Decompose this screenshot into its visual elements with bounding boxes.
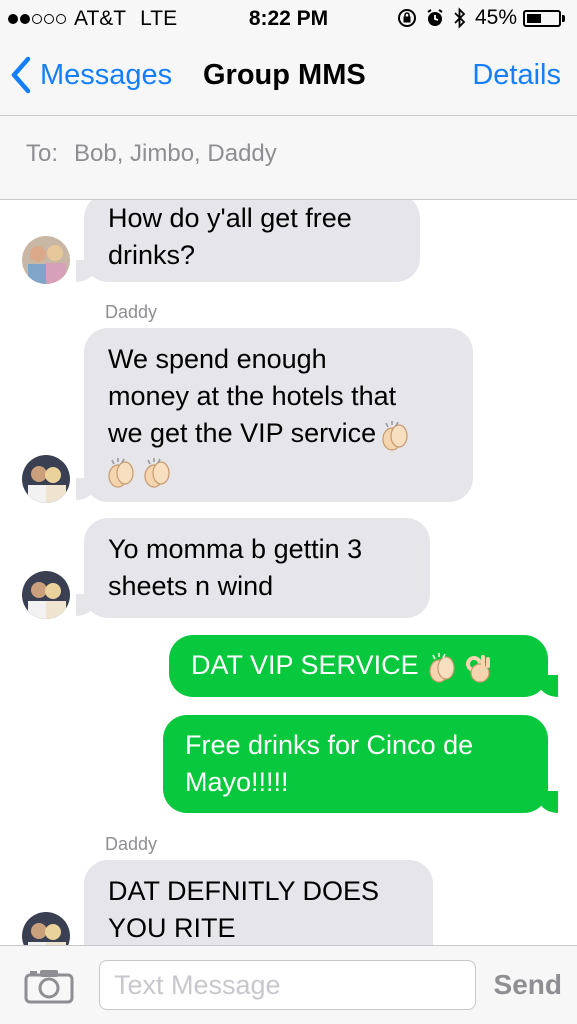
message-line: we get the VIP service [108,418,377,448]
avatar[interactable] [22,912,70,945]
recipients-list[interactable]: Bob, Jimbo, Daddy [74,140,277,168]
message-bubble-incoming[interactable]: How do y'all get free drinks? [84,200,420,282]
message-line: Mayo!!!!! [185,767,289,797]
message-bubble-incoming[interactable]: We spend enough money at the hotels that… [84,328,473,502]
clapping-hands-icon [425,650,459,684]
message-line: drinks? [108,240,196,270]
message-line-with-emoji [108,452,449,489]
battery-nub [562,14,565,22]
details-button[interactable]: Details [472,59,561,92]
message-line: sheets n wind [108,571,274,601]
message-line-with-emoji: DAT VIP SERVICE [191,647,524,684]
avatar[interactable] [22,571,70,619]
message-bubble-outgoing[interactable]: DAT VIP SERVICE [169,635,548,697]
message-line: YOU RITE [108,913,236,943]
message-line: How do y'all get free [108,203,352,233]
bubble-tail [76,260,96,282]
clapping-hands-icon [104,455,138,489]
sender-name: Daddy [105,834,158,854]
bubble-tail [538,791,558,813]
message-line: DAT VIP SERVICE [191,650,419,680]
message-bubble-incoming[interactable]: DAT DEFNITLY DOES YOU RITE [84,860,433,945]
message-bubble-incoming[interactable]: Yo momma b gettin 3 sheets n wind [84,518,430,618]
to-label: To: [26,140,59,167]
status-right: 45% [389,6,565,30]
status-bar: AT&T LTE 8:22 PM 45% [0,0,577,38]
message-line-with-emoji: we get the VIP service [108,415,449,452]
sender-name: Daddy [105,302,158,322]
chevron-left-icon [11,56,31,94]
avatar[interactable] [22,455,70,503]
message-line: Free drinks for Cinco de [185,730,474,760]
bluetooth-icon [453,7,467,29]
message-bubble-outgoing[interactable]: Free drinks for Cinco de Mayo!!!!! [163,715,548,813]
avatar[interactable] [22,236,70,284]
message-line: We spend enough [108,344,327,374]
battery-fill [527,13,541,23]
message-line: DAT DEFNITLY DOES [108,876,380,906]
navigation-bar: Messages Group MMS Details [0,38,577,116]
battery-icon [523,9,561,27]
recipients-bar: To: Bob, Jimbo, Daddy [0,116,577,200]
conversation-view[interactable]: How do y'all get free drinks? Daddy We s… [0,200,577,945]
alarm-icon [425,8,445,28]
camera-icon [24,970,74,1004]
message-line: Yo momma b gettin 3 [108,534,363,564]
camera-button[interactable] [24,968,74,1009]
clapping-hands-icon [140,455,174,489]
message-text-input[interactable] [99,960,476,1010]
clapping-hands-icon [378,418,412,452]
page-title: Group MMS [203,59,366,91]
message-input-bar: Send [0,945,577,1024]
bubble-tail [538,675,558,697]
send-button[interactable]: Send [494,969,562,1001]
message-line: money at the hotels that [108,381,397,411]
battery-percent: 45% [474,6,517,29]
rotation-lock-icon [397,8,417,28]
ok-hand-icon [461,650,495,684]
back-button[interactable]: Messages [10,56,172,94]
back-label: Messages [40,58,173,91]
